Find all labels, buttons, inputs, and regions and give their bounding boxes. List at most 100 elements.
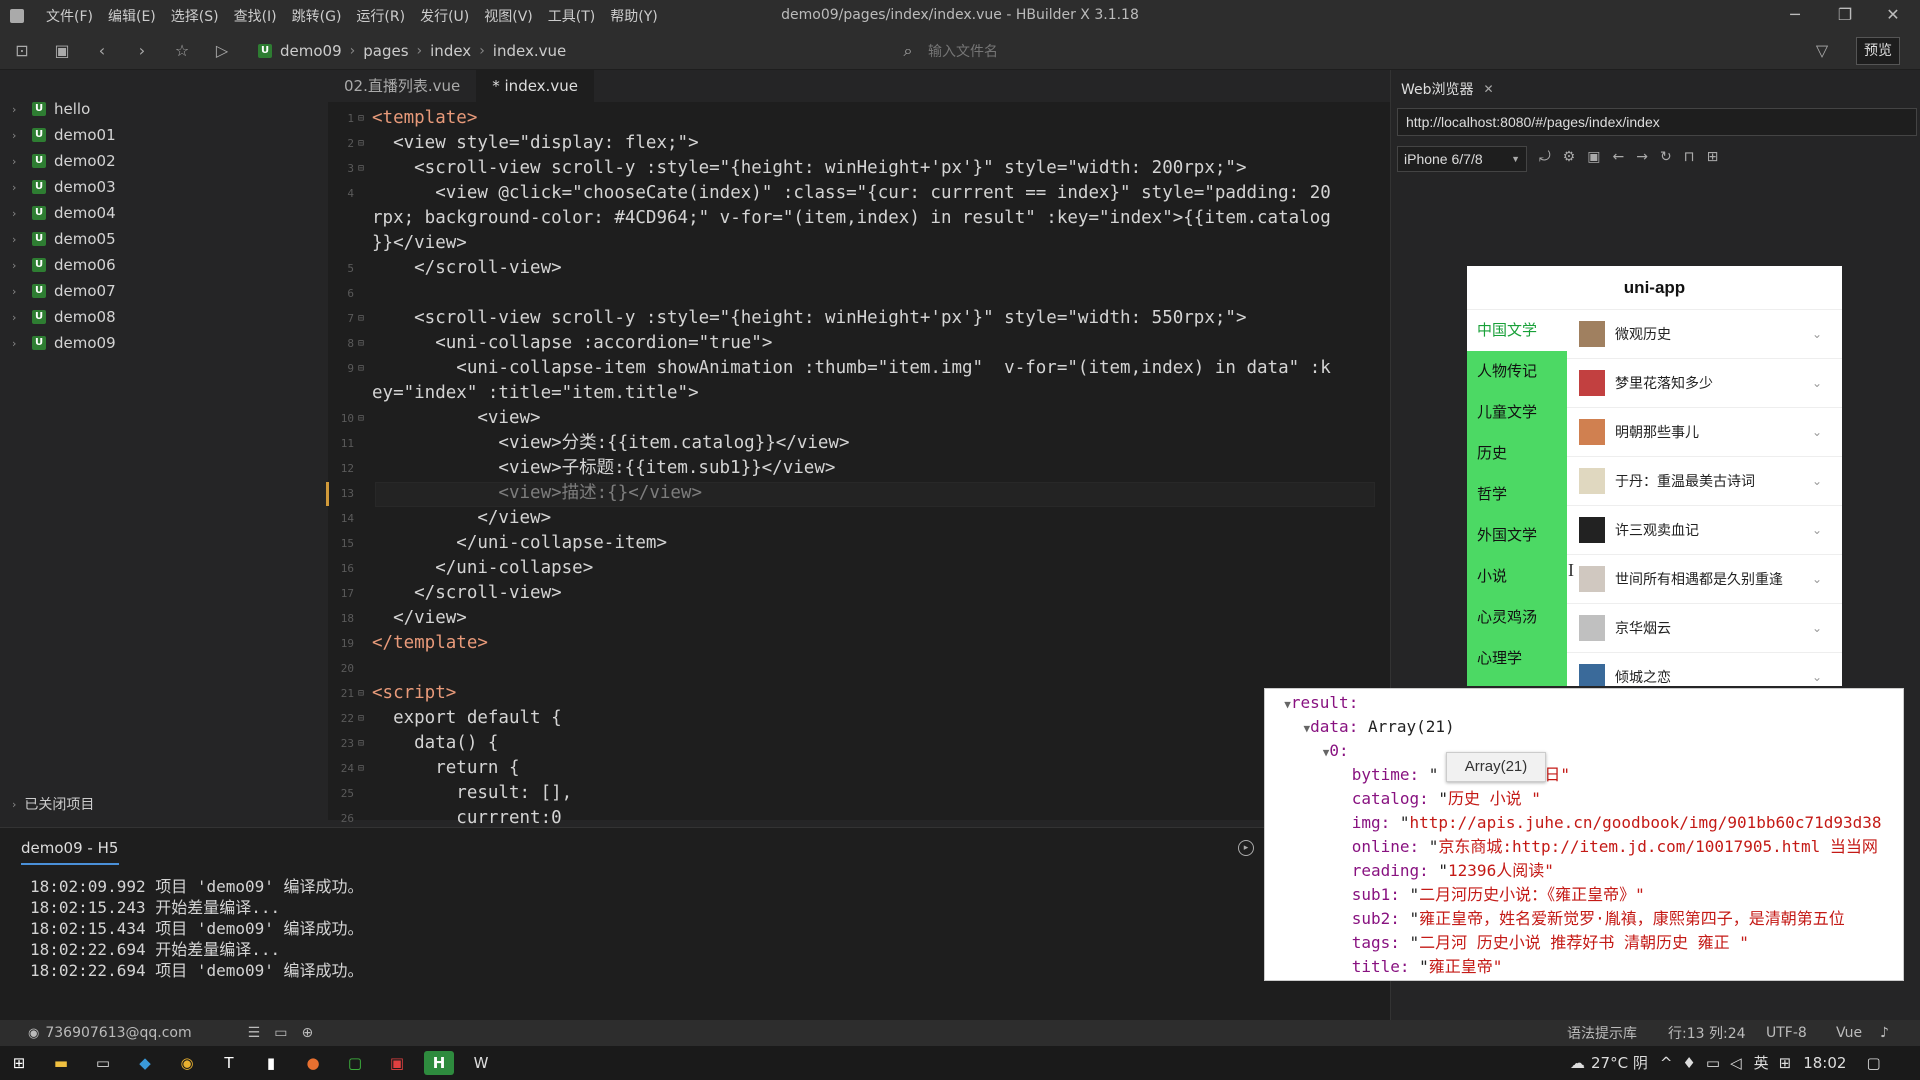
book-item[interactable]: 世间所有相遇都是久别重逢 ⌄ bbox=[1567, 555, 1842, 604]
category-item[interactable]: 中国文学 bbox=[1467, 310, 1567, 351]
forward-icon[interactable]: › bbox=[130, 39, 154, 63]
chrome-icon[interactable]: ◉ bbox=[172, 1051, 202, 1075]
new-file-icon[interactable]: ⊡ bbox=[10, 39, 34, 63]
object-property[interactable]: img: "http://apis.juhe.cn/goodbook/img/9… bbox=[1265, 811, 1903, 835]
encoding[interactable]: UTF-8 bbox=[1766, 1025, 1807, 1041]
back-arrow-icon[interactable]: ← bbox=[1612, 149, 1624, 165]
microphone-icon[interactable]: ♦ bbox=[1682, 1054, 1695, 1072]
fold-icon[interactable] bbox=[358, 656, 372, 681]
expand-arrow-icon[interactable]: ▼ bbox=[1284, 698, 1291, 711]
fold-icon[interactable]: ⊟ bbox=[358, 406, 372, 431]
object-property[interactable]: ▼data: Array(21) bbox=[1265, 715, 1903, 739]
forward-arrow-icon[interactable]: → bbox=[1636, 149, 1648, 165]
object-property[interactable]: bytime: " 3日" bbox=[1265, 763, 1903, 787]
keyboard-icon[interactable]: ⊞ bbox=[1779, 1054, 1792, 1072]
console-settings-icon[interactable]: ▸ bbox=[1238, 840, 1254, 856]
fold-icon[interactable]: ⊟ bbox=[358, 681, 372, 706]
fold-icon[interactable]: ⊟ bbox=[358, 706, 372, 731]
breadcrumb-item[interactable]: demo09 bbox=[280, 42, 342, 60]
list-icon[interactable]: ☰ bbox=[248, 1025, 261, 1041]
fold-icon[interactable] bbox=[358, 606, 372, 631]
chevron-up-icon[interactable]: ^ bbox=[1660, 1054, 1673, 1072]
settings-icon[interactable]: ⚙ bbox=[1563, 149, 1576, 165]
fold-icon[interactable]: ⊟ bbox=[358, 156, 372, 181]
project-item[interactable]: › Uhello bbox=[0, 96, 325, 122]
url-bar[interactable]: http://localhost:8080/#/pages/index/inde… bbox=[1397, 108, 1917, 136]
filter-icon[interactable]: ▽ bbox=[1810, 39, 1834, 63]
project-item[interactable]: › Udemo04 bbox=[0, 200, 325, 226]
project-item[interactable]: › Udemo02 bbox=[0, 148, 325, 174]
bookmark-app-icon[interactable]: ▮ bbox=[256, 1051, 286, 1075]
fold-icon[interactable] bbox=[358, 256, 372, 281]
firefox-icon[interactable]: ● bbox=[298, 1051, 328, 1075]
object-property[interactable]: catalog: "历史 小说 " bbox=[1265, 787, 1903, 811]
fold-icon[interactable]: ⊟ bbox=[358, 331, 372, 356]
object-property[interactable]: tags: "二月河 历史小说 推荐好书 清朝历史 雍正 " bbox=[1265, 931, 1903, 955]
syntax-hint[interactable]: 语法提示库 bbox=[1567, 1023, 1637, 1043]
qrcode-icon[interactable]: ⊞ bbox=[1707, 149, 1719, 165]
device-select[interactable]: iPhone 6/7/8 ▼ bbox=[1397, 146, 1527, 172]
run-icon[interactable]: ▷ bbox=[210, 39, 234, 63]
object-property[interactable]: ▼result: bbox=[1265, 691, 1903, 715]
project-item[interactable]: › Udemo01 bbox=[0, 122, 325, 148]
code-app-icon[interactable]: ▢ bbox=[340, 1051, 370, 1075]
fold-icon[interactable]: ⊟ bbox=[358, 356, 372, 381]
vscode-icon[interactable]: ◆ bbox=[130, 1051, 160, 1075]
weather[interactable]: 27°C 阴 bbox=[1591, 1052, 1648, 1073]
word-app-icon[interactable]: W bbox=[466, 1051, 496, 1075]
book-item[interactable]: 京华烟云 ⌄ bbox=[1567, 604, 1842, 653]
object-property[interactable]: sub2: "雍正皇帝，姓名爱新觉罗·胤禛，康熙第四子，是清朝第五位 bbox=[1265, 907, 1903, 931]
save-icon[interactable]: ▣ bbox=[50, 39, 74, 63]
preview-button[interactable]: 预览 bbox=[1856, 37, 1900, 65]
fold-icon[interactable] bbox=[358, 481, 372, 506]
book-item[interactable]: 明朝那些事儿 ⌄ bbox=[1567, 408, 1842, 457]
category-item[interactable]: 历史 bbox=[1467, 433, 1567, 474]
object-property[interactable]: online: "京东商城:http://item.jd.com/1001790… bbox=[1265, 835, 1903, 859]
browser-tab[interactable]: Web浏览器 ✕ bbox=[1401, 78, 1494, 100]
fold-icon[interactable] bbox=[358, 181, 372, 206]
object-property[interactable]: reading: "12396人阅读" bbox=[1265, 859, 1903, 883]
lock-icon[interactable]: ⊓ bbox=[1684, 149, 1695, 165]
project-item[interactable]: › Udemo06 bbox=[0, 252, 325, 278]
close-icon[interactable]: ✕ bbox=[1484, 82, 1494, 96]
bell-icon[interactable]: ♪ bbox=[1880, 1025, 1889, 1041]
code-area[interactable]: 1 ⊟ <template> 2 ⊟ <view style="display: fle… bbox=[328, 106, 1390, 831]
project-item[interactable]: › Udemo09 bbox=[0, 330, 325, 356]
category-item[interactable]: 外国文学 bbox=[1467, 515, 1567, 556]
project-item[interactable]: › Udemo08 bbox=[0, 304, 325, 330]
minimize-button[interactable]: ─ bbox=[1772, 0, 1818, 32]
book-item[interactable]: 微观历史 ⌄ bbox=[1567, 310, 1842, 359]
fold-icon[interactable] bbox=[358, 781, 372, 806]
maximize-button[interactable]: ❐ bbox=[1822, 0, 1868, 32]
notification-icon[interactable]: ▢ bbox=[1866, 1054, 1880, 1072]
object-property[interactable]: ▼0: bbox=[1265, 739, 1903, 763]
category-item[interactable]: 小说 bbox=[1467, 556, 1567, 597]
fold-icon[interactable] bbox=[358, 556, 372, 581]
typora-icon[interactable]: T bbox=[214, 1051, 244, 1075]
editor-tab[interactable]: 02.直播列表.vue bbox=[328, 70, 476, 102]
fold-icon[interactable]: ⊟ bbox=[358, 106, 372, 131]
fold-icon[interactable] bbox=[358, 581, 372, 606]
fold-icon[interactable] bbox=[358, 456, 372, 481]
star-icon[interactable]: ☆ bbox=[170, 39, 194, 63]
fold-icon[interactable] bbox=[358, 506, 372, 531]
book-item[interactable]: 梦里花落知多少 ⌄ bbox=[1567, 359, 1842, 408]
language-mode[interactable]: Vue bbox=[1836, 1025, 1862, 1041]
category-item[interactable]: 人物传记 bbox=[1467, 351, 1567, 392]
network-icon[interactable]: ▭ bbox=[1706, 1054, 1720, 1072]
breadcrumb-item[interactable]: index bbox=[430, 42, 471, 60]
fold-icon[interactable] bbox=[358, 231, 372, 256]
fold-icon[interactable] bbox=[358, 631, 372, 656]
fold-icon[interactable] bbox=[358, 531, 372, 556]
refresh-icon[interactable]: ↻ bbox=[1660, 149, 1672, 165]
windows-start-icon[interactable]: ⊞ bbox=[4, 1051, 34, 1075]
object-property[interactable]: sub1: "二月河历史小说：《雍正皇帝》" bbox=[1265, 883, 1903, 907]
editor-tab[interactable]: * index.vue bbox=[476, 70, 594, 102]
presentation-app-icon[interactable]: ▣ bbox=[382, 1051, 412, 1075]
closed-projects[interactable]: › 已关闭项目 bbox=[12, 794, 94, 814]
object-property[interactable]: title: "雍正皇帝" bbox=[1265, 955, 1903, 979]
fold-icon[interactable] bbox=[358, 381, 372, 406]
terminal-app-icon[interactable]: ▭ bbox=[88, 1051, 118, 1075]
rotate-icon[interactable]: ⤾ bbox=[1539, 149, 1551, 165]
hbuilder-icon[interactable]: H bbox=[424, 1051, 454, 1075]
